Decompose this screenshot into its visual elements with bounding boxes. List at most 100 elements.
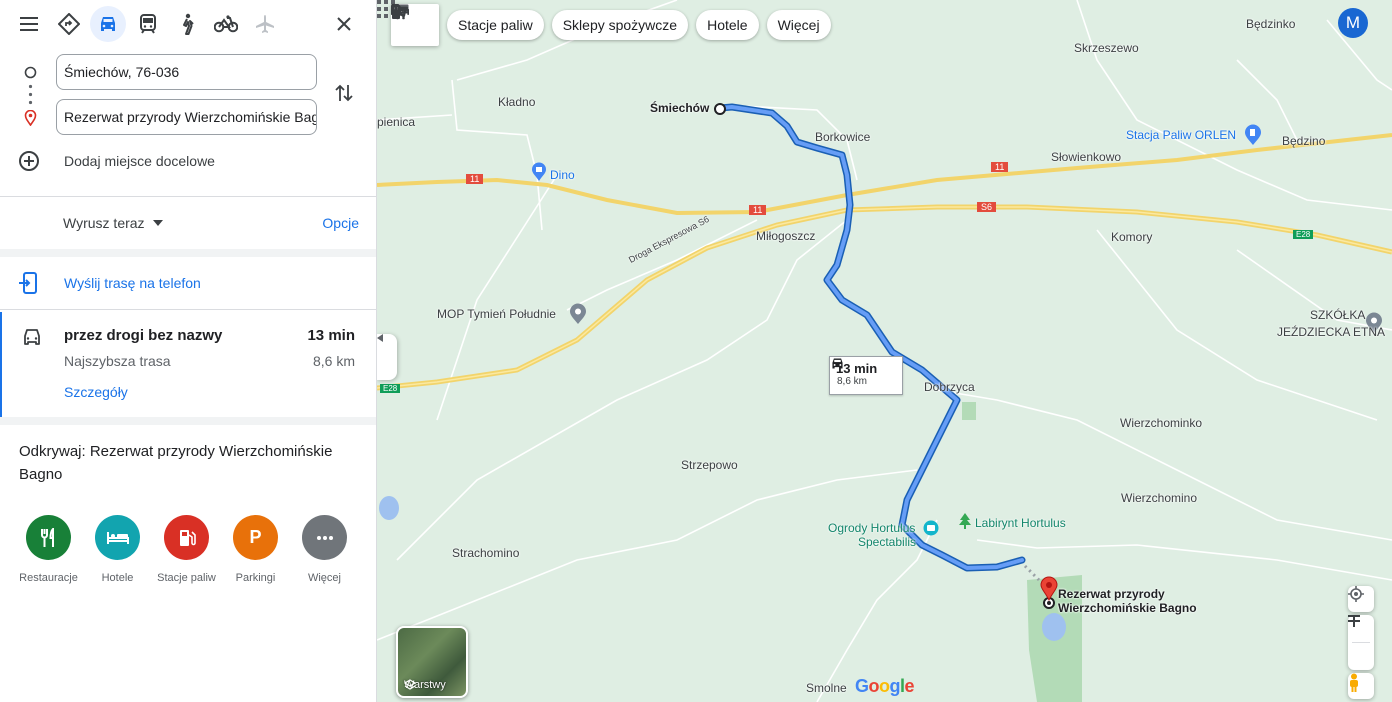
options-button[interactable]: Opcje	[322, 215, 359, 231]
depart-label: Wyrusz teraz	[63, 215, 145, 231]
category-parking[interactable]: P Parkingi	[221, 515, 290, 584]
menu-icon	[19, 17, 38, 31]
poi-label-ogrody: Spectabilis	[858, 535, 917, 549]
add-circle-icon	[19, 151, 39, 171]
category-label: Stacje paliw	[157, 572, 216, 584]
hotel-icon	[95, 515, 140, 560]
my-location-icon	[1348, 586, 1364, 602]
send-to-phone-icon	[19, 272, 37, 294]
chip-gas-stations[interactable]: Stacje paliw	[392, 5, 544, 40]
place-label: Będzino	[1282, 134, 1326, 148]
destination-label: Rezerwat przyrody	[1058, 587, 1165, 601]
caret-down-icon	[152, 220, 163, 226]
minus-icon	[1348, 615, 1360, 617]
mode-flight-button[interactable]	[245, 6, 284, 42]
place-label: Dobrzyca	[924, 380, 975, 394]
google-logo: Google	[855, 676, 915, 696]
chip-groceries[interactable]: Sklepy spożywcze	[392, 4, 689, 40]
close-icon	[337, 17, 351, 31]
category-hotels[interactable]: Hotele	[83, 515, 152, 584]
explore-heading: Odkrywaj: Rezerwat przyrody Wierzchomińs…	[19, 443, 333, 483]
account-avatar[interactable]: M	[1338, 8, 1368, 38]
road-shield-11: 11	[991, 162, 1009, 172]
divider	[1352, 642, 1370, 643]
place-label: pienica	[377, 115, 416, 129]
divider	[0, 417, 376, 425]
place-label: Miłogoszcz	[756, 229, 816, 243]
road-shield-e28: E28	[1293, 230, 1314, 239]
mode-walk-button[interactable]	[167, 6, 206, 42]
street-view-pegman[interactable]	[1348, 673, 1374, 699]
walk-icon	[182, 13, 194, 35]
chip-label: Więcej	[777, 17, 820, 33]
place-label: Strzepowo	[681, 458, 738, 472]
place-label-origin: Śmiechów	[650, 101, 710, 115]
menu-button[interactable]	[10, 6, 49, 42]
my-location-button[interactable]	[1348, 586, 1374, 612]
place-label: Kładno	[498, 95, 536, 109]
place-label: Strachomino	[452, 546, 520, 560]
chip-more[interactable]: Więcej	[391, 4, 831, 40]
chip-label: Stacje paliw	[458, 17, 533, 33]
category-label: Więcej	[307, 572, 341, 584]
place-label: Słowienkowo	[1051, 150, 1122, 164]
collapse-panel-button[interactable]	[377, 334, 397, 380]
shopping-pin-icon	[532, 162, 546, 181]
mode-car-button[interactable]	[90, 6, 126, 42]
road-shield-11: 11	[466, 174, 484, 184]
explore-categories: Restauracje Hotele Stacje paliw P Parkin…	[14, 515, 359, 584]
plane-icon	[255, 15, 274, 33]
route-subtitle: Najszybsza trasa	[64, 353, 171, 369]
mode-best-button[interactable]	[49, 6, 88, 42]
route-distance: 8,6 km	[312, 353, 355, 369]
destination-pin-icon	[24, 110, 37, 126]
send-to-phone-label: Wyślij trasę na telefon	[64, 275, 201, 291]
travel-mode-bar	[10, 6, 284, 42]
swap-button[interactable]	[331, 80, 357, 106]
chip-label: Hotele	[707, 17, 748, 33]
place-label: Smolne	[806, 681, 847, 695]
directions-panel: Śmiechów, 76-036 Rezerwat przyrody Wierz…	[0, 0, 377, 702]
send-to-phone-button[interactable]: Wyślij trasę na telefon	[18, 272, 201, 294]
poi-label-orlen: Stacja Paliw ORLEN	[1126, 128, 1237, 142]
place-label: Będzinko	[1246, 17, 1296, 31]
poi-label-szkolka: SZKÓŁKA	[1310, 308, 1366, 322]
add-destination-button[interactable]: Dodaj miejsce docelowe	[18, 150, 215, 172]
road-shield-s6: S6	[977, 202, 997, 212]
poi-label-dino: Dino	[550, 168, 575, 182]
gas-station-pin-icon	[1245, 124, 1261, 145]
chip-label: Sklepy spożywcze	[562, 17, 678, 33]
origin-input[interactable]: Śmiechów, 76-036	[56, 54, 317, 90]
route-title: przez drogi bez nazwy	[64, 327, 223, 344]
transit-icon	[139, 14, 156, 34]
route-option-card[interactable]: przez drogi bez nazwy 13 min Najszybsza …	[0, 312, 376, 417]
map-canvas[interactable]: 11 11 11 S6 E28 E28 Droga Ekspresowa S6 …	[377, 0, 1392, 702]
road-shield-11: 11	[749, 205, 767, 215]
depart-time-dropdown[interactable]: Wyrusz teraz	[63, 215, 163, 231]
mode-transit-button[interactable]	[128, 6, 167, 42]
layers-icon	[404, 679, 416, 690]
chevron-left-icon	[377, 334, 383, 342]
category-restaurants[interactable]: Restauracje	[14, 515, 83, 584]
route-details-link[interactable]: Szczegóły	[64, 384, 128, 400]
close-directions-button[interactable]	[326, 6, 362, 42]
poi-label-szkolka: JEŹDZIECKA ETNA	[1277, 325, 1386, 339]
layers-button[interactable]: Warstwy	[396, 626, 468, 698]
garden-icon	[923, 520, 939, 536]
category-label: Restauracje	[19, 572, 78, 584]
destination-input[interactable]: Rezerwat przyrody Wierzchomińskie Bagno	[56, 99, 317, 135]
car-icon	[101, 17, 115, 31]
route-time-callout[interactable]: 13 min 8,6 km	[829, 356, 903, 395]
directions-icon	[57, 13, 80, 35]
mode-bike-button[interactable]	[206, 6, 245, 42]
origin-marker-icon	[24, 66, 37, 79]
car-icon	[24, 329, 40, 345]
poi-label-mop: MOP Tymień Południe	[437, 307, 556, 321]
divider	[0, 196, 376, 197]
category-gas-stations[interactable]: Stacje paliw	[152, 515, 221, 584]
poi-label-ogrody: Ogrody Hortulus	[828, 521, 916, 535]
divider	[0, 249, 376, 257]
divider	[0, 309, 376, 310]
chip-hotels[interactable]: Hotele	[391, 5, 759, 40]
category-more[interactable]: Więcej	[290, 515, 359, 584]
